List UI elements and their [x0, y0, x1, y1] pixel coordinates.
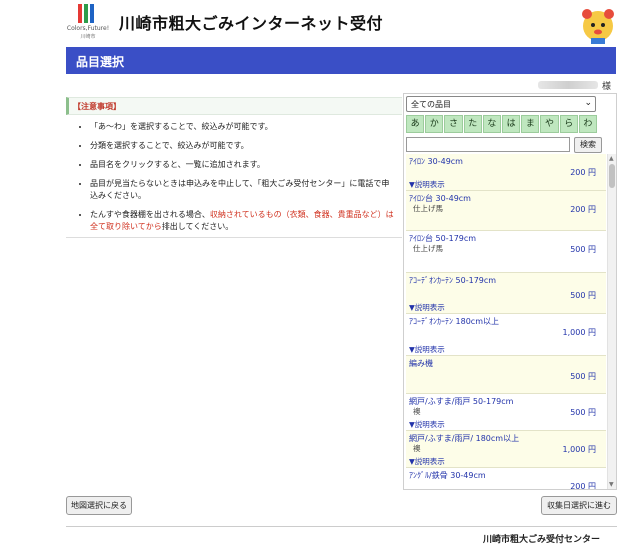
item-price: 500 円: [570, 408, 596, 417]
logo-mark-icon: [78, 4, 98, 24]
footer-divider: [66, 526, 617, 527]
notes-list: 「あ～わ」を選択することで、絞込みが可能です。 分類を選択することで、絞込みが可…: [90, 121, 396, 240]
notes-panel: 【注意事項】 「あ～わ」を選択することで、絞込みが可能です。 分類を選択すること…: [66, 97, 402, 238]
kana-filter-na[interactable]: な: [482, 115, 502, 133]
mascot-icon: [582, 9, 614, 44]
site-title: 川崎市粗大ごみインターネット受付: [119, 14, 384, 33]
kana-filter-sa[interactable]: さ: [444, 115, 463, 133]
item-price: 200 円: [570, 482, 596, 489]
logo-text: Colors,Future!: [66, 25, 110, 32]
user-name-redacted: [538, 81, 598, 89]
item-name[interactable]: ｱｺｰﾃﾞｵﾝｶｰﾃﾝ 180cm以上: [409, 316, 602, 327]
logo-sub: 川崎市: [80, 34, 96, 40]
proceed-to-date-button[interactable]: 収集日選択に進む: [541, 496, 617, 515]
list-item[interactable]: 網戸/ふすま/雨戸 50-179cm 襖 500 円 ▼説明表示: [406, 394, 606, 431]
item-description-toggle[interactable]: ▼説明表示: [409, 456, 602, 467]
item-name[interactable]: ｱｲﾛﾝ台 50-179cm: [409, 233, 602, 244]
kana-filter-ha[interactable]: は: [502, 115, 521, 133]
list-item[interactable]: ｱｲﾛﾝ台 50-179cm 仕上げ馬 500 円: [406, 231, 606, 273]
search-button[interactable]: 検索: [574, 137, 602, 153]
scroll-up-icon[interactable]: ▲: [609, 155, 614, 162]
item-description-toggle[interactable]: ▼説明表示: [409, 179, 602, 190]
kana-filter-ya[interactable]: や: [540, 115, 559, 133]
user-greeting: 様: [538, 79, 618, 92]
item-price: 1,000 円: [562, 328, 596, 337]
list-item[interactable]: 編み機 500 円: [406, 356, 606, 394]
chevron-down-icon: ⌄: [584, 98, 592, 108]
kana-filter-row: あ か さ た な は ま や ら わ: [406, 115, 598, 133]
kana-filter-ra[interactable]: ら: [559, 115, 578, 133]
item-description-toggle[interactable]: ▼説明表示: [409, 419, 602, 430]
item-name[interactable]: ｱｲﾛﾝ台 30-49cm: [409, 193, 602, 204]
page-title-bar: 品目選択: [66, 47, 616, 74]
kana-filter-a[interactable]: あ: [406, 115, 425, 133]
kana-filter-ta[interactable]: た: [463, 115, 482, 133]
note-item: 品目が見当たらないときは申込みを中止して、「粗大ごみ受付センター」に電話で申込み…: [90, 178, 396, 202]
notes-heading-bar: 【注意事項】: [66, 97, 402, 115]
item-description-toggle[interactable]: ▼説明表示: [409, 302, 602, 313]
kana-filter-ka[interactable]: か: [425, 115, 444, 133]
item-name[interactable]: ｱｺｰﾃﾞｵﾝｶｰﾃﾝ 50-179cm: [409, 275, 602, 286]
site-header: Colors,Future! 川崎市 川崎市粗大ごみインターネット受付: [0, 0, 640, 46]
item-name[interactable]: ｱﾝｸﾞﾙ/鉄骨 30-49cm: [409, 470, 602, 481]
note-item: 「あ～わ」を選択することで、絞込みが可能です。: [90, 121, 396, 133]
footer-center-name: 川崎市粗大ごみ受付センター: [483, 535, 601, 545]
item-name[interactable]: 網戸/ふすま/雨戸 50-179cm: [409, 396, 602, 407]
note-item-warning: たんすや食器棚を出される場合、収納されているもの（衣類、食器、貴重品など）は全て…: [90, 209, 396, 233]
item-price: 500 円: [570, 291, 596, 300]
item-name[interactable]: 編み機: [409, 358, 602, 369]
item-name[interactable]: ｱｲﾛﾝ 30-49cm: [409, 156, 602, 167]
item-selection-panel: 全ての品目 ⌄ あ か さ た な は ま や ら わ 検索 ｱｲﾛﾝ 30-4…: [403, 93, 617, 490]
item-price: 500 円: [570, 372, 596, 381]
note-item: 分類を選択することで、絞込みが可能です。: [90, 140, 396, 152]
back-to-map-button[interactable]: 地図選択に戻る: [66, 496, 132, 515]
scroll-down-icon[interactable]: ▼: [609, 481, 614, 488]
scroll-thumb[interactable]: [609, 164, 615, 188]
item-list: ｱｲﾛﾝ 30-49cm 200 円 ▼説明表示 ｱｲﾛﾝ台 30-49cm 仕…: [406, 154, 606, 489]
list-item[interactable]: ｱｺｰﾃﾞｵﾝｶｰﾃﾝ 50-179cm 500 円 ▼説明表示: [406, 273, 606, 314]
list-item[interactable]: 網戸/ふすま/雨戸/ 180cm以上 襖 1,000 円 ▼説明表示: [406, 431, 606, 468]
kana-filter-ma[interactable]: ま: [521, 115, 540, 133]
user-suffix: 様: [602, 82, 612, 92]
note-warning-pre: たんすや食器棚を出される場合、: [90, 210, 210, 219]
item-description-toggle[interactable]: ▼説明表示: [409, 344, 602, 355]
kana-filter-wa[interactable]: わ: [578, 115, 598, 133]
category-select[interactable]: 全ての品目 ⌄: [406, 96, 596, 112]
item-name[interactable]: 網戸/ふすま/雨戸/ 180cm以上: [409, 433, 602, 444]
page-title: 品目選択: [76, 55, 125, 69]
item-price: 1,000 円: [562, 445, 596, 454]
category-selected-value: 全ての品目: [411, 100, 451, 109]
note-warning-post: 排出してください。: [161, 222, 234, 231]
list-item[interactable]: ｱｲﾛﾝ台 30-49cm 仕上げ馬 200 円: [406, 191, 606, 231]
list-item[interactable]: ｱｺｰﾃﾞｵﾝｶｰﾃﾝ 180cm以上 1,000 円 ▼説明表示: [406, 314, 606, 356]
search-input[interactable]: [406, 137, 570, 152]
list-item[interactable]: ｱｲﾛﾝ 30-49cm 200 円 ▼説明表示: [406, 154, 606, 191]
note-item: 品目名をクリックすると、一覧に追加されます。: [90, 159, 396, 171]
list-item[interactable]: ｱﾝｸﾞﾙ/鉄骨 30-49cm 200 円: [406, 468, 606, 489]
notes-heading: 【注意事項】: [73, 102, 121, 111]
item-list-scrollbar[interactable]: ▲ ▼: [607, 154, 616, 489]
item-price: 200 円: [570, 168, 596, 177]
kawasaki-logo: Colors,Future! 川崎市: [66, 4, 110, 42]
